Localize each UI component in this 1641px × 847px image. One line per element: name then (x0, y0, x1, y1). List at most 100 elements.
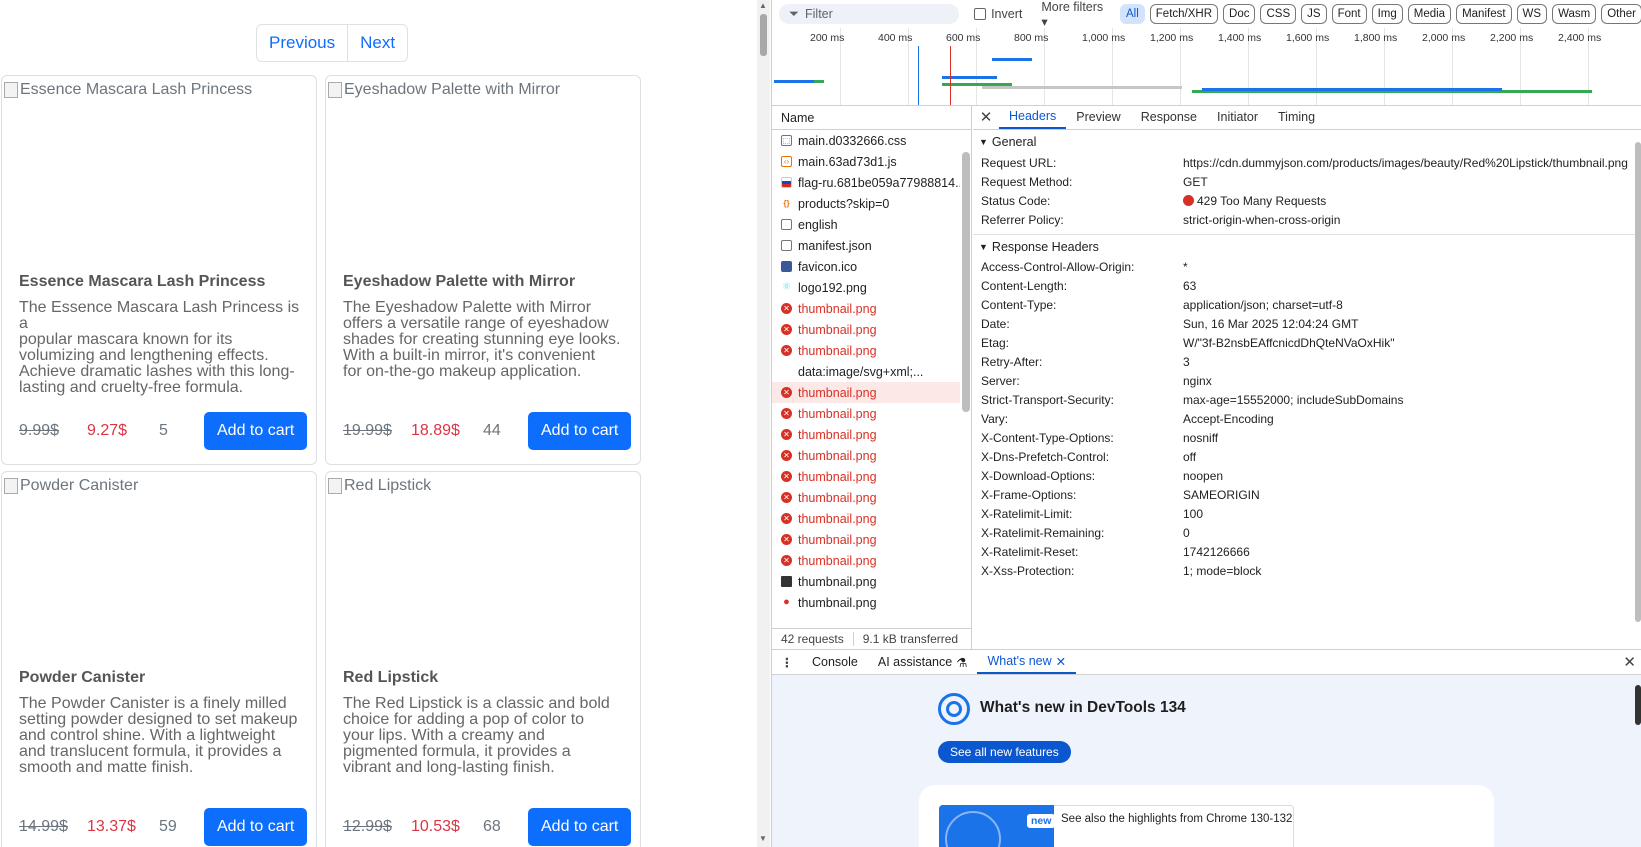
page-scroll-thumb[interactable] (760, 14, 767, 56)
name-column-header[interactable]: Name (772, 106, 971, 130)
filter-chip-other[interactable]: Other (1601, 4, 1641, 24)
error-icon: ✕ (781, 555, 792, 566)
drawer-tab-what-s-new[interactable]: What's new ✕ (977, 650, 1077, 674)
description-line: volumizing and lengthening effects. (19, 347, 269, 364)
tab-headers[interactable]: Headers (999, 106, 1067, 129)
request-list-scroll-thumb[interactable] (962, 152, 970, 412)
filter-chip-wasm[interactable]: Wasm (1552, 4, 1597, 24)
page-scrollbar[interactable]: ▲ ▼ (757, 0, 770, 847)
new-badge: new (1027, 814, 1054, 828)
filter-chip-doc[interactable]: Doc (1223, 4, 1256, 24)
request-row[interactable]: ✕ thumbnail.png (772, 466, 960, 487)
invert-checkbox[interactable]: Invert (974, 7, 1022, 21)
previous-button[interactable]: Previous (257, 25, 347, 61)
more-filters-dropdown[interactable]: More filters ▾ (1041, 0, 1109, 29)
filter-chip-manifest[interactable]: Manifest (1456, 4, 1512, 24)
tab-preview[interactable]: Preview (1066, 106, 1130, 129)
close-icon[interactable]: ✕ (973, 106, 999, 129)
filter-chip-img[interactable]: Img (1371, 4, 1403, 24)
close-tab-icon[interactable]: ✕ (1056, 654, 1066, 669)
request-row[interactable]: data:image/svg+xml;... (772, 361, 960, 382)
filter-input[interactable]: ⏷ Filter (779, 4, 960, 24)
whats-new-scrollbar[interactable] (1634, 675, 1641, 847)
request-row[interactable]: ✕ thumbnail.png (772, 319, 960, 340)
filter-chip-font[interactable]: Font (1331, 4, 1367, 24)
filter-chip-ws[interactable]: WS (1516, 4, 1548, 24)
request-row[interactable]: ✕ thumbnail.png (772, 487, 960, 508)
network-overview-timeline[interactable]: 200 ms 400 ms 600 ms 800 ms 1,000 ms 1,200 ms… (772, 28, 1641, 106)
description-line: The Eyeshadow Palette with Mirror (343, 299, 592, 316)
details-scroll-thumb[interactable] (1635, 142, 1641, 622)
scroll-down-icon[interactable]: ▼ (759, 834, 767, 843)
tab-initiator[interactable]: Initiator (1207, 106, 1268, 129)
request-row[interactable]: ✕ thumbnail.png (772, 382, 960, 403)
request-row[interactable]: ✕ thumbnail.png (772, 550, 960, 571)
see-all-features-button[interactable]: See all new features (938, 741, 1071, 763)
header-name: Request URL: (981, 156, 1057, 170)
header-value-text: noopen (1183, 469, 1224, 483)
request-row[interactable]: ‹› main.63ad73d1.js (772, 151, 960, 172)
add-to-cart-button[interactable]: Add to cart (204, 808, 308, 846)
header-value-text: W/"3f-B2nsbEAffcnicdDhQteNVaOxHik" (1183, 336, 1395, 350)
checkbox-box[interactable] (974, 8, 987, 20)
resource-type-filters: All Fetch/XHR Doc CSS JS Font Img Media Manifest… (1120, 4, 1641, 24)
tab-timing[interactable]: Timing (1268, 106, 1325, 129)
close-drawer-icon[interactable]: ✕ (1623, 653, 1636, 671)
whats-new-scroll-thumb[interactable] (1635, 685, 1641, 725)
add-to-cart-button[interactable]: Add to cart (204, 412, 308, 450)
request-row[interactable]: favicon.ico (772, 256, 960, 277)
description-line: vibrant and long-lasting finish. (343, 759, 555, 776)
product-title: Red Lipstick (343, 669, 439, 686)
request-row[interactable]: ● thumbnail.png (772, 592, 960, 613)
request-row[interactable]: {} products?skip=0 (772, 193, 960, 214)
request-row[interactable]: manifest.json (772, 235, 960, 256)
header-name: Content-Length: (981, 279, 1068, 293)
filter-chip-media[interactable]: Media (1407, 4, 1452, 24)
request-row[interactable]: ✕ thumbnail.png (772, 424, 960, 445)
highlights-card[interactable]: new See also the highlights from Chrome … (919, 785, 1494, 847)
highlights-text[interactable]: See also the highlights from Chrome 130-… (1061, 813, 1292, 825)
request-row[interactable]: ✕ thumbnail.png (772, 445, 960, 466)
stock-count: 68 (483, 818, 501, 835)
more-tools-icon[interactable]: ⋮ (772, 655, 802, 670)
filter-chip-js[interactable]: JS (1301, 4, 1327, 24)
response-headers-section-header[interactable]: ▼ Response Headers (973, 234, 1641, 258)
request-row[interactable]: ✕ thumbnail.png (772, 529, 960, 550)
filter-chip-all[interactable]: All (1120, 4, 1145, 24)
request-row[interactable]: ✕ thumbnail.png (772, 508, 960, 529)
details-scrollbar[interactable] (1634, 130, 1641, 649)
error-status-icon (1183, 195, 1194, 206)
general-section-header[interactable]: ▼ General (973, 130, 1641, 154)
request-row[interactable]: ✕ thumbnail.png (772, 298, 960, 319)
header-value: Sun, 16 Mar 2025 12:04:24 GMT (1183, 315, 1633, 334)
drawer-tab-ai-assistance[interactable]: AI assistance ⚗ (868, 650, 978, 674)
scroll-up-icon[interactable]: ▲ (759, 1, 767, 10)
add-to-cart-button[interactable]: Add to cart (528, 412, 632, 450)
request-name: manifest.json (798, 238, 872, 253)
request-row[interactable]: english (772, 214, 960, 235)
request-row[interactable]: ✕ thumbnail.png (772, 340, 960, 361)
product-image: Essence Mascara Lash Princess (2, 76, 316, 256)
filter-chip-css[interactable]: CSS (1260, 4, 1297, 24)
product-page: Previous Next Essence Mascara Lash Princ… (0, 0, 756, 847)
discounted-price: 10.53$ (411, 818, 460, 835)
filter-chip-fetchxhr[interactable]: Fetch/XHR (1149, 4, 1219, 24)
request-row[interactable]: thumbnail.png (772, 571, 960, 592)
request-row[interactable]: ✕ thumbnail.png (772, 403, 960, 424)
drawer-tab-console[interactable]: Console (802, 650, 868, 674)
header-row: Vary: Accept-Encoding (973, 410, 1641, 429)
request-row[interactable]: ⚛ logo192.png (772, 277, 960, 298)
next-button[interactable]: Next (347, 25, 407, 61)
product-card: Eyeshadow Palette with Mirror Eyeshadow P… (325, 75, 641, 465)
request-name: thumbnail.png (798, 427, 877, 442)
tab-response[interactable]: Response (1131, 106, 1207, 129)
request-row[interactable]: flag-ru.681be059a77988814... (772, 172, 960, 193)
header-row: X-Ratelimit-Remaining: 0 (973, 524, 1641, 543)
network-filter-bar: ⏷ Filter Invert More filters ▾ All Fetch/… (772, 0, 1641, 29)
product-title: Eyeshadow Palette with Mirror (343, 273, 576, 290)
header-row: Status Code: 429 Too Many Requests (973, 192, 1641, 211)
request-row[interactable]: ⬚ main.d0332666.css (772, 130, 960, 151)
request-list-scrollbar[interactable] (960, 106, 971, 628)
add-to-cart-button[interactable]: Add to cart (528, 808, 632, 846)
header-value-text: 100 (1183, 507, 1204, 521)
